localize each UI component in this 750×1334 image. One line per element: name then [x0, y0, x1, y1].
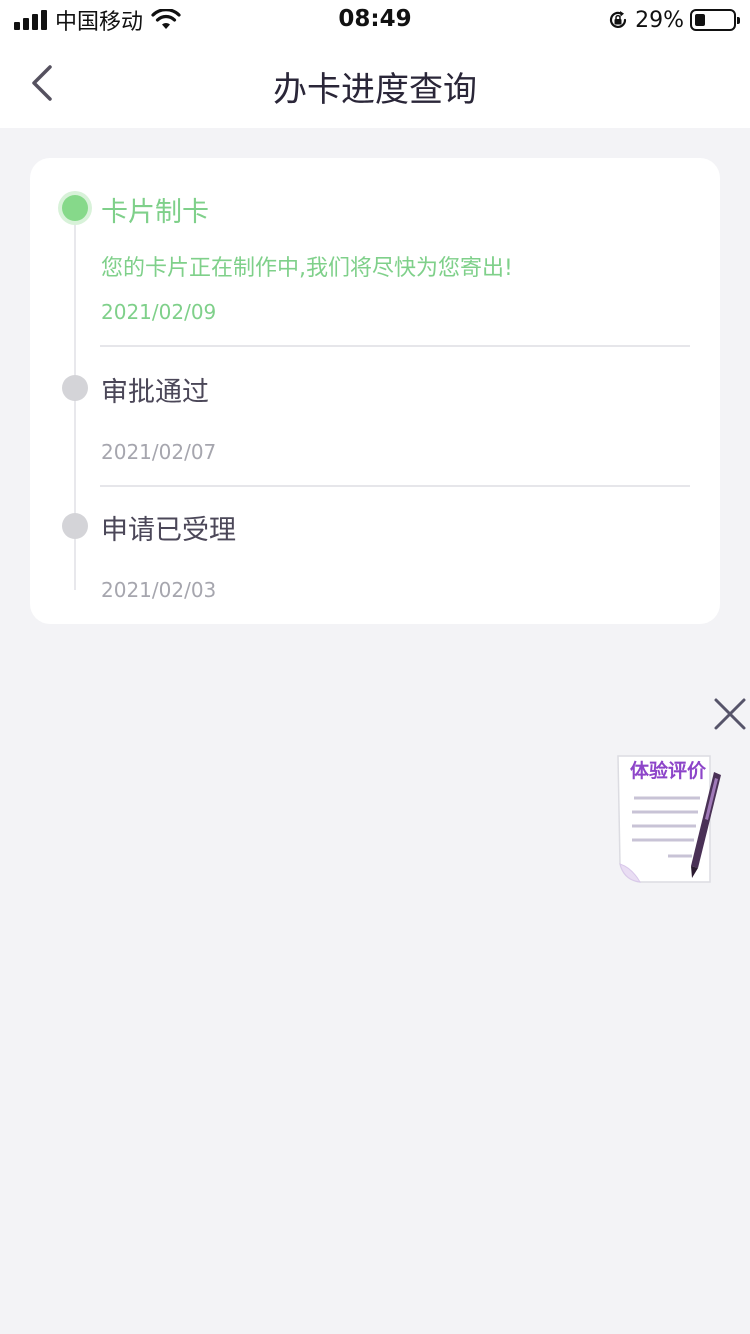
- close-float-button[interactable]: [710, 694, 750, 734]
- step-date: 2021/02/09: [101, 300, 217, 324]
- step-title: 审批通过: [101, 377, 209, 408]
- status-dot-active: [62, 195, 88, 221]
- status-bar: 中国移动 08:49 29%: [0, 0, 750, 40]
- rotation-lock-icon: [610, 11, 627, 29]
- battery-fill: [695, 14, 706, 26]
- feedback-badge[interactable]: 体验评价: [610, 750, 726, 892]
- nav-bar: 办卡进度查询: [0, 40, 750, 128]
- step-title: 申请已受理: [101, 515, 236, 546]
- page-title: 办卡进度查询: [273, 70, 477, 110]
- status-right: 29%: [607, 6, 740, 34]
- status-dot: [62, 513, 88, 539]
- step-description: 您的卡片正在制作中,我们将尽快为您寄出!: [101, 256, 513, 281]
- battery-percent: 29%: [635, 7, 684, 33]
- step-date: 2021/02/07: [101, 440, 217, 464]
- divider: [100, 345, 690, 347]
- feedback-label: 体验评价: [629, 760, 706, 782]
- battery-icon: [690, 9, 740, 31]
- divider: [100, 485, 690, 487]
- progress-card: 卡片制卡 您的卡片正在制作中,我们将尽快为您寄出! 2021/02/09 审批通…: [30, 158, 720, 624]
- close-icon: [714, 698, 746, 730]
- step-date: 2021/02/03: [101, 578, 217, 602]
- status-dot: [62, 375, 88, 401]
- step-title: 卡片制卡: [101, 197, 209, 228]
